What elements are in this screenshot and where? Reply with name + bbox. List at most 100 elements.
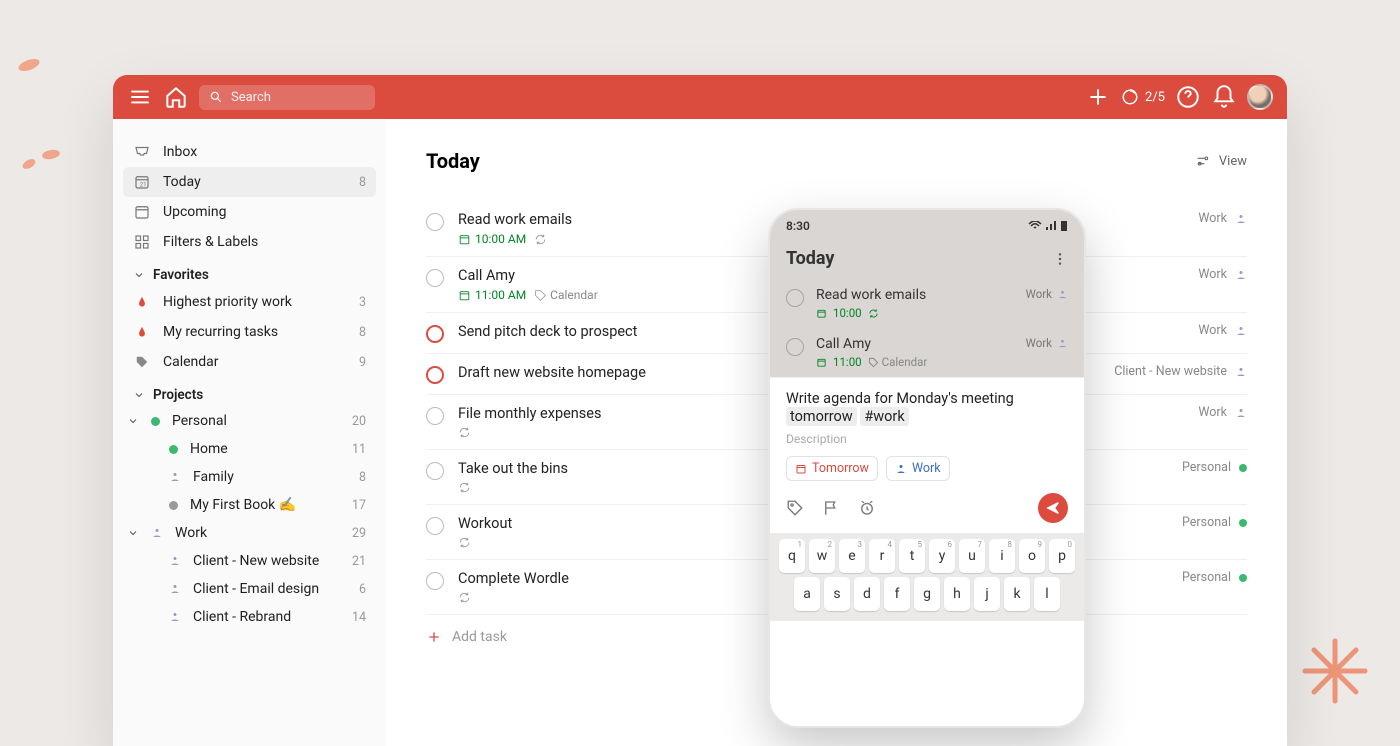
- view-button[interactable]: View: [1195, 153, 1247, 169]
- chevron-down-icon: [127, 415, 139, 427]
- task-checkbox[interactable]: [426, 325, 444, 343]
- task-project: Client - New website: [1114, 364, 1247, 379]
- compose-description[interactable]: Description: [786, 432, 1068, 446]
- svg-text:21: 21: [140, 182, 147, 189]
- subproject-item[interactable]: Client - Email design6: [123, 575, 376, 603]
- pill-project[interactable]: Work: [886, 456, 950, 481]
- task-project: Work: [1198, 323, 1247, 338]
- key[interactable]: 5t: [899, 539, 925, 573]
- key[interactable]: s: [824, 577, 850, 611]
- phone-compose: Write agenda for Monday's meeting tomorr…: [770, 377, 1084, 533]
- subproject-item[interactable]: Family8: [123, 463, 376, 491]
- favorites-header[interactable]: Favorites: [123, 257, 376, 287]
- phone-mockup: 8:30 Today Read work emails 10:00 Work: [768, 208, 1086, 728]
- project-item[interactable]: Personal20: [123, 407, 376, 435]
- add-button[interactable]: [1085, 84, 1111, 110]
- grid-icon: [133, 233, 151, 251]
- phone-statusbar: 8:30: [770, 210, 1084, 242]
- favorite-icon: [133, 323, 151, 341]
- send-button[interactable]: [1038, 493, 1068, 523]
- app-window: Search 2/5 Inbox 21 Today 8 Upcoming: [113, 75, 1287, 746]
- key[interactable]: 7u: [959, 539, 985, 573]
- task-checkbox[interactable]: [426, 213, 444, 231]
- key[interactable]: j: [974, 577, 1000, 611]
- key[interactable]: k: [1004, 577, 1030, 611]
- search-input[interactable]: Search: [199, 85, 375, 110]
- sidebar-upcoming[interactable]: Upcoming: [123, 197, 376, 227]
- key[interactable]: 3e: [839, 539, 865, 573]
- task-checkbox[interactable]: [426, 462, 444, 480]
- phone-keyboard: 1q2w3e4r5t6y7u8i9o0p asdfghjkl: [770, 533, 1084, 621]
- task-checkbox[interactable]: [426, 269, 444, 287]
- task-checkbox[interactable]: [426, 572, 444, 590]
- page-title: Today: [426, 149, 1247, 173]
- sidebar-inbox[interactable]: Inbox: [123, 137, 376, 167]
- battery-icon: [1060, 220, 1068, 232]
- task-project: Work: [1198, 405, 1247, 420]
- key[interactable]: 8i: [989, 539, 1015, 573]
- key[interactable]: g: [914, 577, 940, 611]
- recurring-icon: [458, 591, 471, 604]
- notifications-icon[interactable]: [1211, 84, 1237, 110]
- sidebar-filters[interactable]: Filters & Labels: [123, 227, 376, 257]
- favorite-item[interactable]: My recurring tasks8: [123, 317, 376, 347]
- home-icon[interactable]: [163, 84, 189, 110]
- key[interactable]: a: [794, 577, 820, 611]
- flag-icon[interactable]: [822, 499, 840, 517]
- favorite-icon: [133, 353, 151, 371]
- topbar: Search 2/5: [113, 75, 1287, 119]
- alarm-icon[interactable]: [858, 499, 876, 517]
- tag-icon[interactable]: [786, 499, 804, 517]
- help-icon[interactable]: [1175, 84, 1201, 110]
- task-project: Work: [1198, 267, 1247, 282]
- subproject-item[interactable]: Client - Rebrand14: [123, 603, 376, 631]
- sidebar-today[interactable]: 21 Today 8: [123, 167, 376, 197]
- favorite-item[interactable]: Calendar9: [123, 347, 376, 377]
- search-placeholder: Search: [231, 90, 271, 105]
- recurring-icon: [534, 233, 547, 246]
- recurring-icon: [458, 481, 471, 494]
- phone-task[interactable]: Call Amy 11:00 Calendar Work: [770, 328, 1084, 377]
- key[interactable]: 9o: [1019, 539, 1045, 573]
- recurring-icon: [458, 536, 471, 549]
- avatar[interactable]: [1247, 84, 1273, 110]
- task-project: Personal: [1182, 570, 1247, 585]
- key[interactable]: d: [854, 577, 880, 611]
- today-icon: 21: [133, 173, 151, 191]
- wifi-icon: [1028, 221, 1042, 231]
- productivity-progress[interactable]: 2/5: [1121, 88, 1165, 106]
- task-checkbox[interactable]: [426, 407, 444, 425]
- phone-checkbox[interactable]: [786, 289, 804, 307]
- pill-date[interactable]: Tomorrow: [786, 456, 878, 481]
- phone-title: Today: [786, 248, 835, 269]
- menu-icon[interactable]: [127, 84, 153, 110]
- favorite-item[interactable]: Highest priority work3: [123, 287, 376, 317]
- subproject-item[interactable]: Home11: [123, 435, 376, 463]
- key[interactable]: 2w: [809, 539, 835, 573]
- task-project: Personal: [1182, 515, 1247, 530]
- project-item[interactable]: Work29: [123, 519, 376, 547]
- key[interactable]: h: [944, 577, 970, 611]
- decoration: [41, 149, 60, 161]
- subproject-item[interactable]: Client - New website21: [123, 547, 376, 575]
- decoration: [17, 57, 41, 74]
- key[interactable]: 4r: [869, 539, 895, 573]
- key[interactable]: 6y: [929, 539, 955, 573]
- task-checkbox[interactable]: [426, 517, 444, 535]
- sidebar: Inbox 21 Today 8 Upcoming Filters & Labe…: [113, 119, 386, 746]
- key[interactable]: 1q: [779, 539, 805, 573]
- phone-task[interactable]: Read work emails 10:00 Work: [770, 279, 1084, 328]
- chevron-down-icon: [127, 527, 139, 539]
- compose-title[interactable]: Write agenda for Monday's meeting tomorr…: [786, 390, 1068, 426]
- subproject-item[interactable]: My First Book ✍️17: [123, 491, 376, 519]
- key[interactable]: l: [1034, 577, 1060, 611]
- task-checkbox[interactable]: [426, 366, 444, 384]
- projects-header[interactable]: Projects: [123, 377, 376, 407]
- key[interactable]: f: [884, 577, 910, 611]
- upcoming-icon: [133, 203, 151, 221]
- key[interactable]: 0p: [1049, 539, 1075, 573]
- decoration-star: [1300, 636, 1370, 706]
- phone-checkbox[interactable]: [786, 338, 804, 356]
- more-icon[interactable]: [1052, 251, 1068, 267]
- task-project: Work: [1198, 211, 1247, 226]
